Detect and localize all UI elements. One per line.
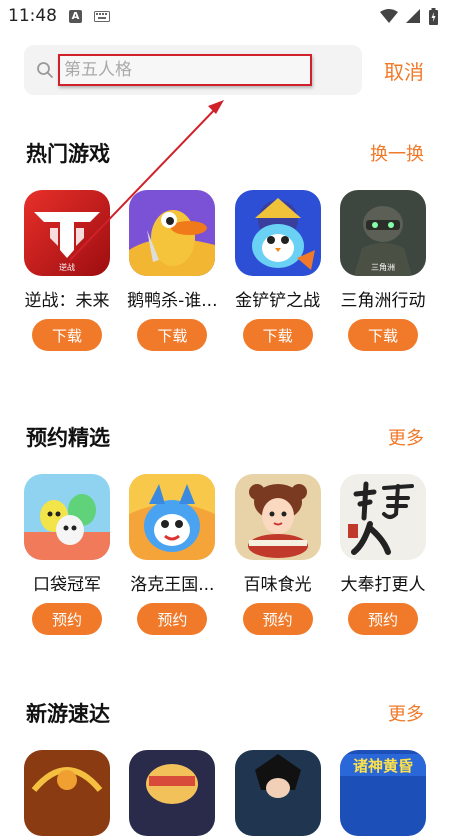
banner-text: 诸神黄昏 xyxy=(353,757,413,775)
status-right xyxy=(380,7,438,25)
section-hot-games: 热门游戏 换一换 逆战 逆战：未来 下载 鹅鸭杀-谁... 下载 金铲铲之战 下… xyxy=(0,138,450,351)
game-list: 逆战 逆战：未来 下载 鹅鸭杀-谁... 下载 金铲铲之战 下载 三角洲 三角洲… xyxy=(0,190,450,351)
section-header: 预约精选 更多 xyxy=(0,422,450,452)
roco-creature-icon[interactable] xyxy=(129,474,216,560)
blob-characters-icon[interactable] xyxy=(24,474,110,560)
svg-text:逆战: 逆战 xyxy=(59,262,75,272)
section-header: 热门游戏 换一换 xyxy=(0,138,450,168)
game-list: 诸神黄昏 xyxy=(0,750,450,836)
game-card[interactable]: 洛克王国... 预约 xyxy=(121,474,223,635)
game-card[interactable]: 大奉打更人 预约 xyxy=(332,474,434,635)
section-title: 预约精选 xyxy=(26,426,110,450)
download-button[interactable]: 下载 xyxy=(32,319,102,351)
game-name: 逆战：未来 xyxy=(24,291,110,311)
game-name: 百味食光 xyxy=(243,575,312,595)
calligraphy-icon[interactable] xyxy=(339,474,426,560)
svg-text:三角洲: 三角洲 xyxy=(371,262,395,272)
reserve-button[interactable]: 预约 xyxy=(242,603,313,635)
game-card[interactable]: 鹅鸭杀-谁... 下载 xyxy=(121,190,223,351)
more-button[interactable]: 更多 xyxy=(388,424,424,450)
search-icon xyxy=(37,62,53,78)
download-button[interactable]: 下载 xyxy=(347,319,418,351)
food-girl-icon[interactable] xyxy=(234,474,321,560)
refresh-button[interactable]: 换一换 xyxy=(370,140,424,166)
game-name: 金铲铲之战 xyxy=(235,291,321,311)
goose-duck-icon[interactable] xyxy=(129,190,216,276)
annotation-arrow xyxy=(69,100,224,261)
dragon-armor-icon[interactable] xyxy=(24,750,110,836)
section-title: 热门游戏 xyxy=(26,142,110,166)
signal-icon xyxy=(406,8,420,23)
reserve-button[interactable]: 预约 xyxy=(137,603,208,635)
game-name: 口袋冠军 xyxy=(33,575,101,595)
game-name: 三角洲行动 xyxy=(340,291,426,311)
game-card[interactable]: 百味食光 预约 xyxy=(227,474,329,635)
penguin-hero-icon[interactable] xyxy=(234,190,321,276)
nizhan-logo-icon[interactable]: 逆战 xyxy=(24,190,110,276)
download-button[interactable]: 下载 xyxy=(137,319,208,351)
game-list: 口袋冠军 预约 洛克王国... 预约 百味食光 预约 大奉打更人 预约 xyxy=(0,474,450,635)
search-row: 取消 xyxy=(24,44,450,96)
section-header: 新游速达 更多 xyxy=(0,698,450,728)
anime-swordsman-icon[interactable] xyxy=(234,750,321,836)
cartoon-hero-icon[interactable] xyxy=(129,750,216,836)
search-box[interactable] xyxy=(24,45,362,95)
section-reservations: 预约精选 更多 口袋冠军 预约 洛克王国... 预约 百味食光 预约 大奉打更人… xyxy=(0,422,450,635)
download-button[interactable]: 下载 xyxy=(242,319,313,351)
section-new-games: 新游速达 更多 诸神黄昏 xyxy=(0,698,450,836)
game-card[interactable]: 三角洲 三角洲行动 下载 xyxy=(332,190,434,351)
game-name: 鹅鸭杀-谁... xyxy=(127,291,218,311)
section-title: 新游速达 xyxy=(26,702,110,726)
wifi-icon xyxy=(380,8,398,23)
status-time: 11:48 xyxy=(8,6,57,26)
reserve-button[interactable]: 预约 xyxy=(32,603,102,635)
more-button[interactable]: 更多 xyxy=(388,700,424,726)
team-banner-icon[interactable]: 诸神黄昏 xyxy=(339,750,426,836)
game-card[interactable] xyxy=(16,750,118,836)
reserve-button[interactable]: 预约 xyxy=(347,603,418,635)
game-card[interactable] xyxy=(227,750,329,836)
game-card[interactable]: 诸神黄昏 xyxy=(332,750,434,836)
search-input[interactable] xyxy=(58,54,312,86)
game-card[interactable]: 逆战 逆战：未来 下载 xyxy=(16,190,118,351)
cancel-button[interactable]: 取消 xyxy=(384,56,424,85)
game-card[interactable] xyxy=(121,750,223,836)
status-left: 11:48 A xyxy=(8,6,110,26)
game-card[interactable]: 口袋冠军 预约 xyxy=(16,474,118,635)
notification-a-icon: A xyxy=(69,9,82,23)
game-card[interactable]: 金铲铲之战 下载 xyxy=(227,190,329,351)
status-bar: 11:48 A xyxy=(0,0,450,32)
battery-icon xyxy=(429,7,438,25)
game-name: 洛克王国... xyxy=(130,575,215,595)
soldier-icon[interactable]: 三角洲 xyxy=(339,190,426,276)
keyboard-icon xyxy=(94,10,110,22)
game-name: 大奉打更人 xyxy=(340,575,426,595)
